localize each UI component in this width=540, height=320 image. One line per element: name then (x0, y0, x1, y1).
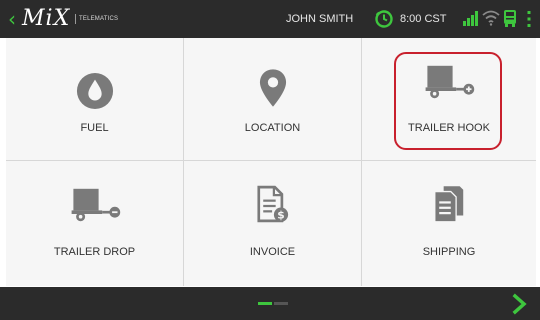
chevron-left-icon[interactable]: ‹ (8, 8, 22, 30)
tile-trailer-drop[interactable]: TRAILER DROP (6, 161, 183, 286)
tile-shipping[interactable]: SHIPPING (362, 161, 536, 286)
clock-time: 8:00 CST (400, 13, 447, 25)
page-indicator[interactable] (274, 302, 288, 305)
bottom-bar (0, 287, 540, 320)
brand-subtitle: TELEMATICS (75, 14, 118, 24)
top-bar: ‹ MiX TELEMATICS JOHN SMITH 8:00 CST (0, 0, 540, 38)
action-grid: FUEL LOCATION TRAILER HOOK TRAILER DROP … (6, 38, 536, 286)
trailer-drop-icon (71, 188, 120, 222)
user-name[interactable]: JOHN SMITH (286, 11, 353, 27)
bus-icon (504, 10, 516, 27)
svg-text:$: $ (277, 209, 284, 222)
chevron-right-icon[interactable] (511, 293, 529, 315)
wifi-icon (482, 10, 500, 26)
shipping-documents-icon (434, 186, 464, 223)
signal-icon (463, 11, 478, 26)
app-screen: ‹ MiX TELEMATICS JOHN SMITH 8:00 CST FUE… (0, 0, 540, 320)
tile-label: LOCATION (244, 122, 301, 134)
location-pin-icon (259, 69, 286, 107)
brand-logo: MiX (22, 6, 71, 31)
tile-location[interactable]: LOCATION (184, 38, 361, 160)
tile-label: INVOICE (249, 246, 296, 258)
fuel-drop-icon (76, 72, 113, 110)
invoice-icon: $ (256, 185, 288, 223)
tile-label: SHIPPING (422, 246, 476, 258)
tile-trailer-hook[interactable]: TRAILER HOOK (362, 38, 536, 160)
tile-label: FUEL (80, 122, 109, 134)
kebab-menu-icon[interactable] (526, 9, 532, 29)
tile-fuel[interactable]: FUEL (6, 38, 183, 160)
clock-icon (375, 10, 393, 28)
page-indicator-active[interactable] (258, 302, 272, 305)
tile-invoice[interactable]: $ INVOICE (184, 161, 361, 286)
tile-label: TRAILER DROP (53, 246, 136, 258)
selection-highlight (394, 52, 502, 150)
